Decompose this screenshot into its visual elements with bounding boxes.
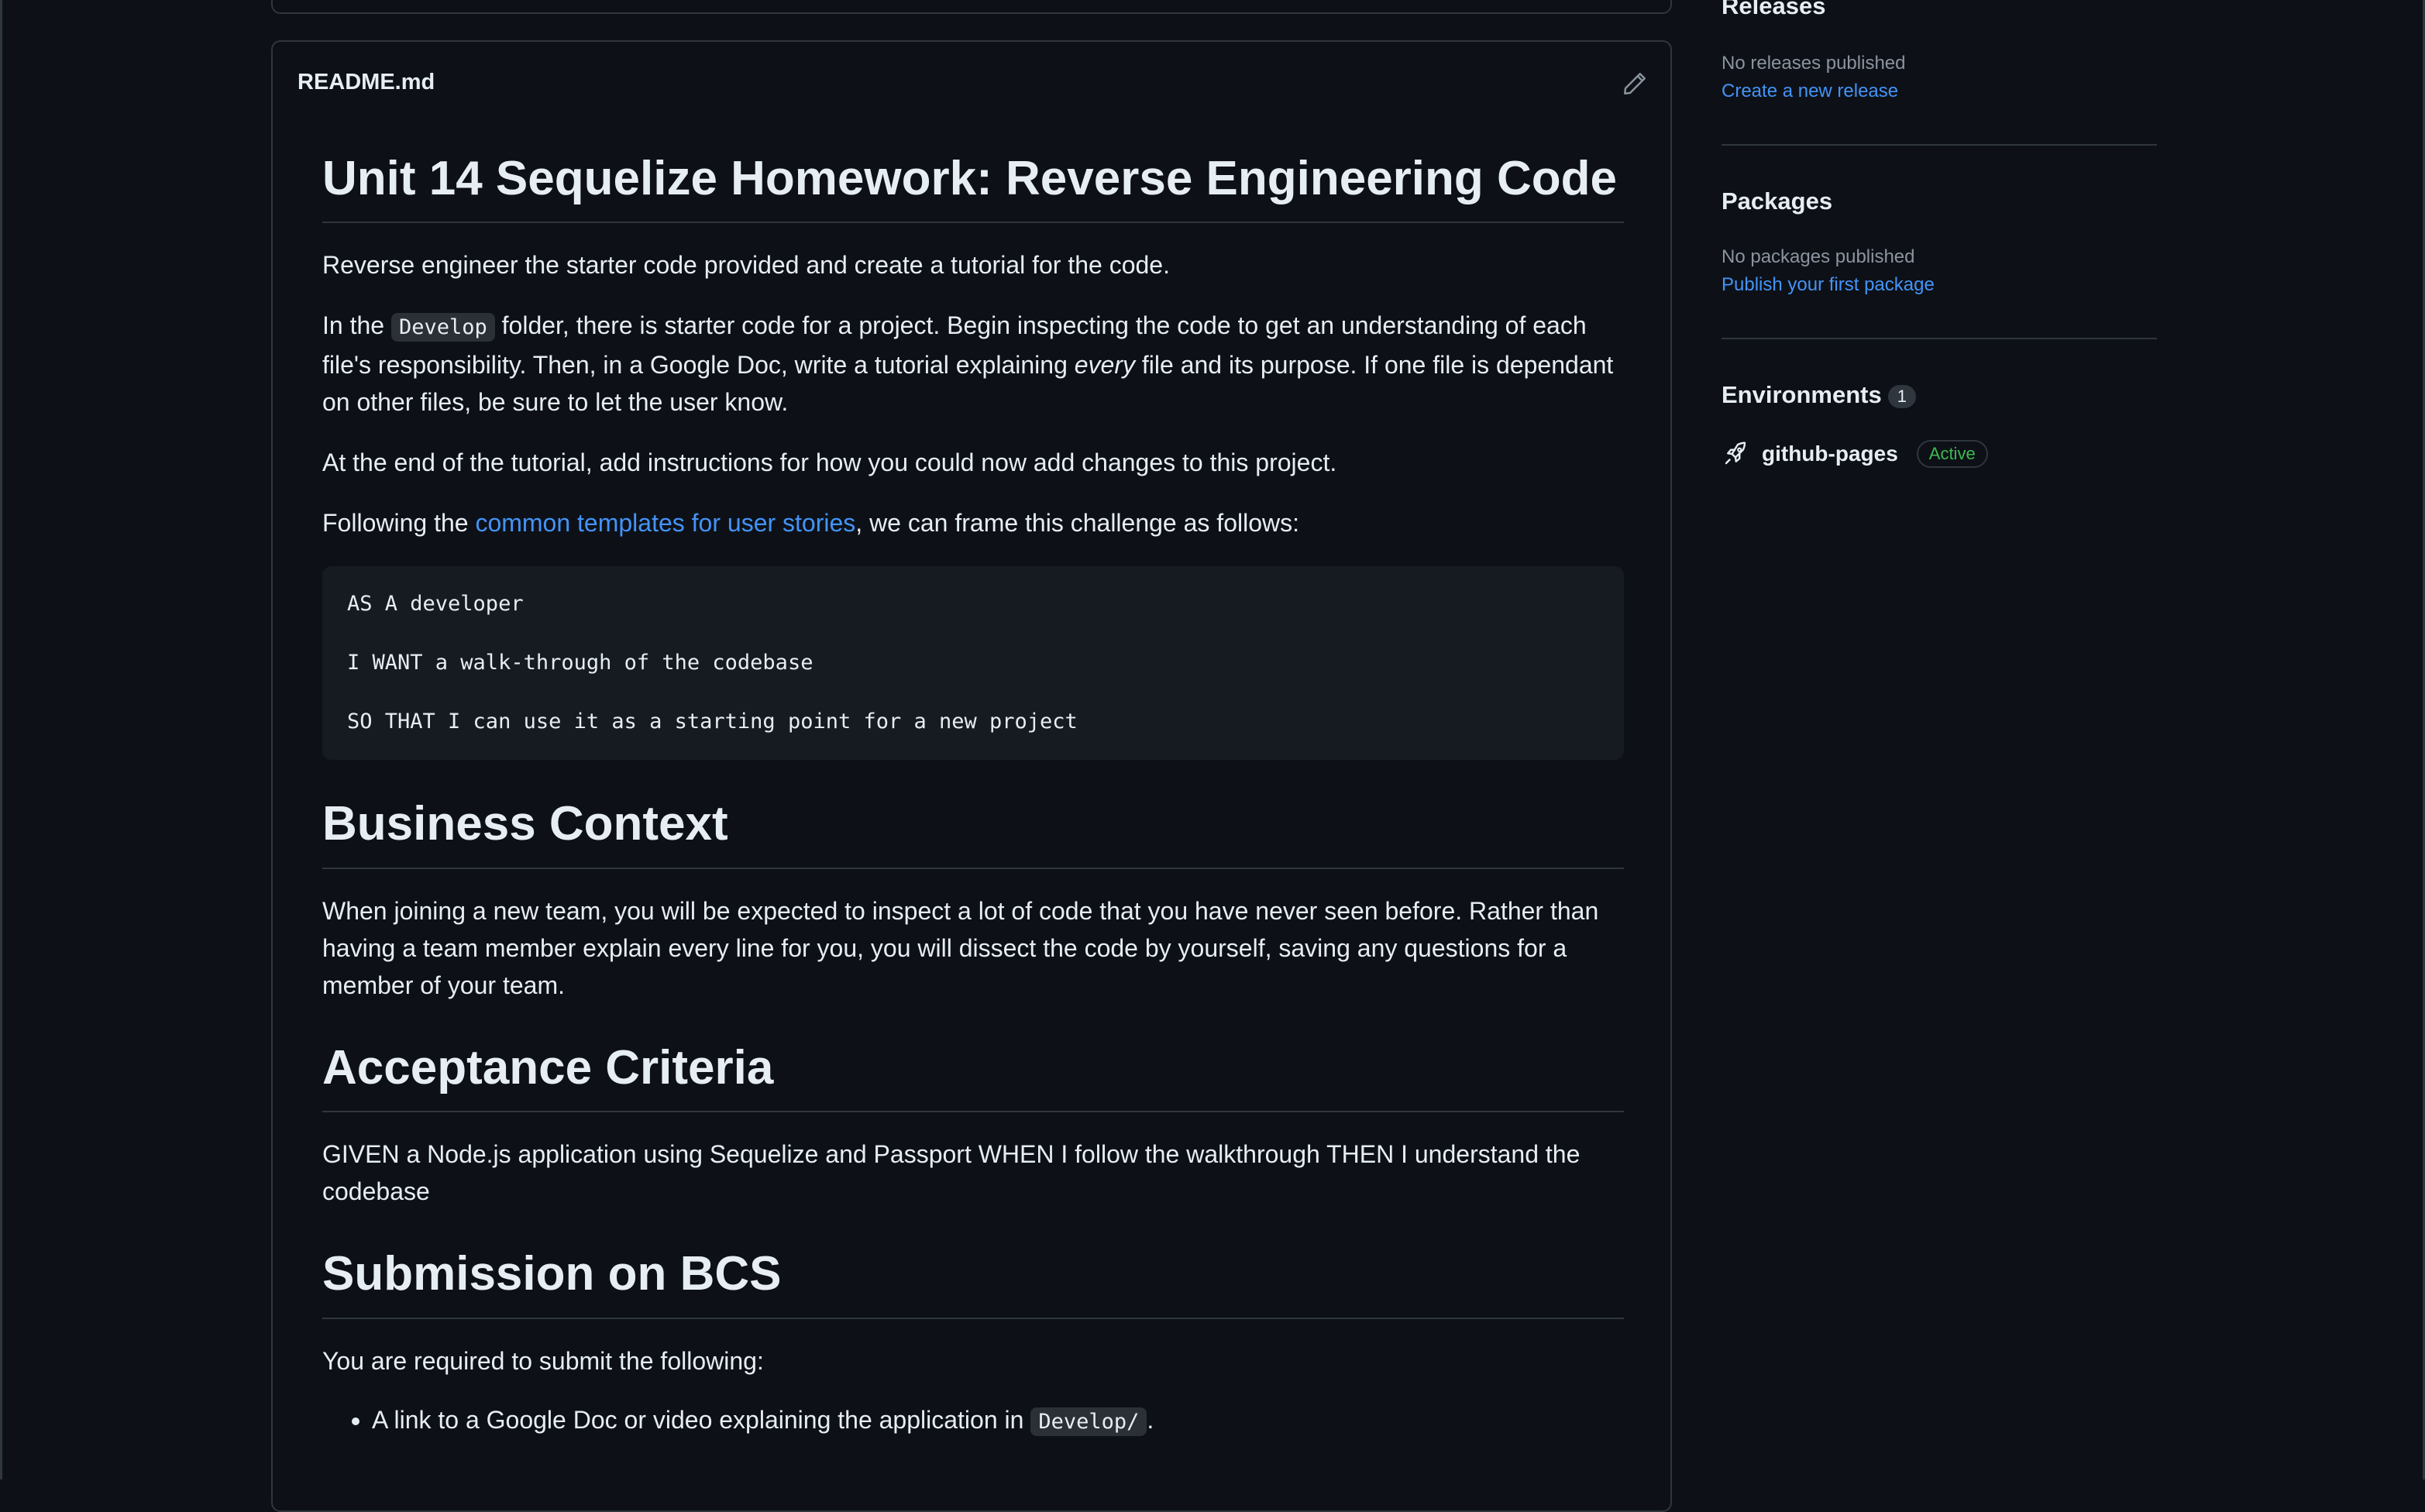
releases-title[interactable]: Releases <box>1722 0 1825 20</box>
user-stories-paragraph: Following the common templates for user … <box>322 504 1624 541</box>
instructions-paragraph: At the end of the tutorial, add instruct… <box>322 448 1337 477</box>
heading-business-context: Business Context <box>322 796 1624 869</box>
environment-github-pages-link[interactable]: github-pages <box>1762 442 1898 466</box>
text-fragment: , we can frame this challenge as follows… <box>855 509 1299 538</box>
heading-submission: Submission on BCS <box>322 1246 1624 1319</box>
releases-empty-text: No releases published <box>1722 53 1906 74</box>
readme-content: Unit 14 Sequelize Homework: Reverse Engi… <box>322 150 1624 1441</box>
create-release-link[interactable]: Create a new release <box>1722 81 1898 102</box>
text-fragment: Following the <box>322 509 469 538</box>
submission-list: A link to a Google Doc or video explaini… <box>322 1401 1624 1441</box>
divider <box>1722 144 2157 146</box>
inline-code-develop-dir: Develop/ <box>1030 1407 1147 1436</box>
text-fragment: In the <box>322 311 385 340</box>
packages-empty-text: No packages published <box>1722 246 1915 267</box>
packages-title[interactable]: Packages <box>1722 187 1832 215</box>
publish-package-link[interactable]: Publish your first package <box>1722 274 1935 296</box>
readme-filename: README.md <box>298 70 435 94</box>
heading-acceptance-criteria: Acceptance Criteria <box>322 1040 1624 1113</box>
readme-panel: README.md Unit 14 Sequelize Homework: Re… <box>271 40 1672 1512</box>
text-fragment: A link to a Google Doc or video explaini… <box>372 1405 1024 1434</box>
inline-code-develop: Develop <box>390 313 495 342</box>
file-list-box <box>271 0 1672 14</box>
pencil-icon[interactable] <box>1621 70 1649 98</box>
acceptance-paragraph: GIVEN a Node.js application using Sequel… <box>322 1140 1581 1206</box>
user-stories-link[interactable]: common templates for user stories <box>475 509 855 537</box>
readme-title: Unit 14 Sequelize Homework: Reverse Engi… <box>322 150 1624 224</box>
environments-label: Environments <box>1722 381 1882 408</box>
divider <box>1722 338 2157 339</box>
environments-count: 1 <box>1887 384 1916 408</box>
user-story-code-block: AS A developer I WANT a walk-through of … <box>322 566 1624 761</box>
list-item: A link to a Google Doc or video explaini… <box>372 1401 1624 1441</box>
develop-paragraph: In the Develop folder, there is starter … <box>322 307 1624 421</box>
rocket-icon <box>1725 442 1746 465</box>
environment-row[interactable]: github-pages Active <box>1722 440 1988 468</box>
emphasis-every: every <box>1074 351 1135 380</box>
window-frame-left <box>0 0 2 1479</box>
text-fragment: . <box>1147 1405 1154 1434</box>
environments-title[interactable]: Environments 1 <box>1722 381 1916 409</box>
business-paragraph: When joining a new team, you will be exp… <box>322 896 1599 999</box>
intro-paragraph: Reverse engineer the starter code provid… <box>322 251 1170 280</box>
status-badge: Active <box>1916 440 1988 468</box>
submission-intro: You are required to submit the following… <box>322 1346 764 1375</box>
